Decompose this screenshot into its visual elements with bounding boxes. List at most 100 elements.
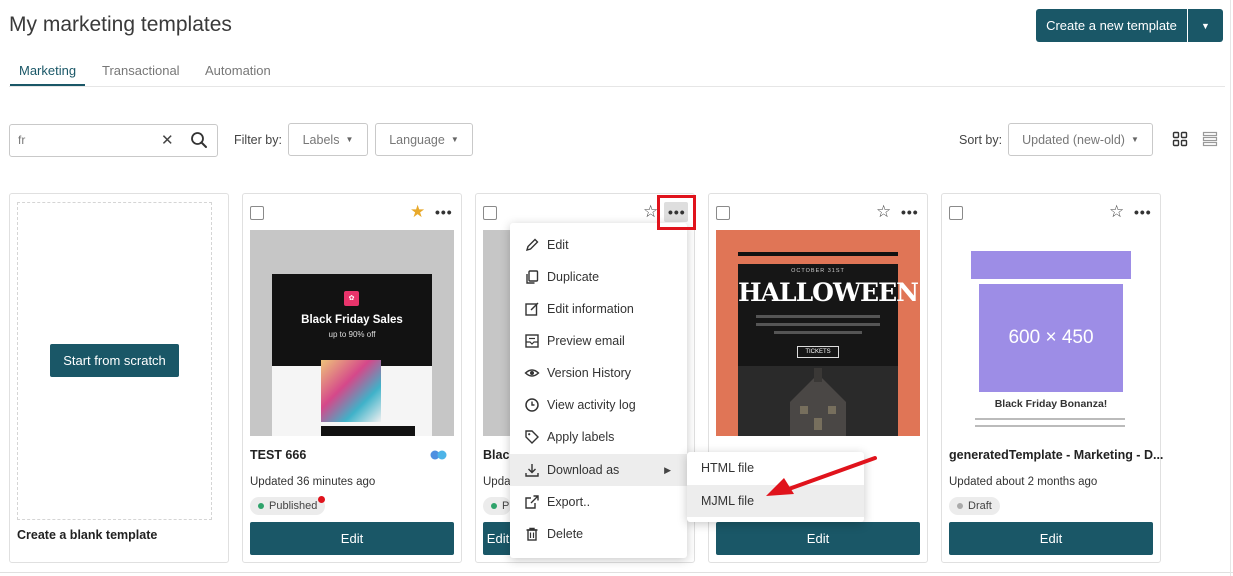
clock-icon — [525, 398, 539, 412]
thumbnail-title: HALLOWEEN — [738, 278, 919, 307]
thumbnail-text-line — [975, 418, 1125, 420]
thumbnail-text-line — [975, 425, 1125, 427]
menu-item-edit[interactable]: Edit — [510, 229, 687, 261]
caret-down-icon: ▼ — [1201, 20, 1210, 31]
download-icon — [525, 464, 539, 477]
thumbnail-text-line — [774, 331, 862, 334]
more-options-icon[interactable]: ••• — [1134, 205, 1152, 219]
more-options-icon[interactable]: ••• — [901, 205, 919, 219]
labels-filter-dropdown[interactable]: Labels ▼ — [288, 123, 368, 156]
clear-search-icon[interactable]: ✕ — [161, 131, 174, 149]
filter-by-label: Filter by: — [234, 133, 282, 147]
export-icon — [525, 495, 539, 509]
grid-view-icon[interactable] — [1172, 131, 1188, 147]
edit-template-button[interactable]: Edit — [949, 522, 1153, 555]
caret-down-icon: ▼ — [450, 135, 459, 144]
menu-item-label: Edit information — [547, 302, 634, 316]
page-title: My marketing templates — [9, 13, 232, 36]
template-thumbnail[interactable]: OCTOBER 31ST HALLOWEEN TICKETS — [716, 230, 920, 436]
linked-account-icon — [430, 450, 447, 460]
search-icon[interactable] — [190, 131, 208, 149]
thumbnail-header-bar — [971, 251, 1131, 279]
menu-item-label: View activity log — [547, 398, 636, 412]
template-checkbox[interactable] — [483, 206, 497, 220]
create-template-button[interactable]: Create a new template — [1036, 9, 1187, 42]
menu-item-label: Edit — [547, 238, 569, 252]
notification-dot — [318, 496, 325, 503]
template-checkbox[interactable] — [250, 206, 264, 220]
thumbnail-topbar — [738, 252, 898, 256]
edit-template-button[interactable]: Edit — [716, 522, 920, 555]
template-updated: Updated 36 minutes ago — [250, 476, 376, 488]
preview-icon — [525, 334, 539, 348]
thumbnail-text-line — [756, 323, 880, 326]
status-label: Published — [269, 500, 318, 512]
status-dot — [491, 503, 497, 509]
edit-template-button[interactable]: Edit — [250, 522, 454, 555]
active-tab-indicator — [10, 84, 85, 86]
submenu-arrow-icon: ▶ — [664, 464, 671, 475]
template-name: TEST 666 — [250, 448, 307, 462]
template-updated: Upda — [483, 476, 511, 488]
create-template-dropdown-toggle[interactable]: ▼ — [1188, 9, 1223, 42]
template-updated: Updated about 2 months ago — [949, 476, 1098, 488]
thumbnail-placeholder: 600 × 450 — [979, 284, 1123, 392]
menu-item-label: Delete — [547, 527, 584, 541]
menu-item-label: Download as — [547, 463, 620, 477]
star-outline-icon[interactable]: ☆ — [1109, 203, 1124, 220]
copy-icon — [526, 270, 539, 284]
template-checkbox[interactable] — [716, 206, 730, 220]
more-options-icon[interactable]: ••• — [435, 205, 453, 219]
template-name: generatedTemplate - Marketing - D... — [949, 448, 1164, 462]
template-thumbnail[interactable]: 600 × 450 Black Friday Bonanza! — [949, 230, 1153, 436]
status-badge: Published — [250, 497, 326, 515]
pencil-icon — [525, 238, 539, 252]
status-dot — [957, 503, 963, 509]
star-filled-icon[interactable]: ★ — [410, 203, 425, 220]
menu-item-apply-labels[interactable]: Apply labels — [510, 421, 687, 453]
menu-item-preview-email[interactable]: Preview email — [510, 325, 687, 357]
sort-dropdown[interactable]: Updated (new-old) ▼ — [1008, 123, 1153, 156]
start-from-scratch-button[interactable]: Start from scratch — [50, 344, 179, 377]
menu-item-view-activity-log[interactable]: View activity log — [510, 389, 687, 421]
template-checkbox[interactable] — [949, 206, 963, 220]
star-outline-icon[interactable]: ☆ — [876, 203, 891, 220]
bottom-divider — [0, 572, 1233, 573]
language-filter-label: Language — [389, 132, 445, 147]
tabs-divider — [9, 86, 1225, 87]
menu-item-download-as[interactable]: Download as ▶ — [510, 454, 687, 486]
template-thumbnail[interactable]: ✿ Black Friday Sales up to 90% off — [250, 230, 454, 436]
thumbnail-kicker: OCTOBER 31ST — [791, 268, 845, 274]
status-dot — [258, 503, 264, 509]
annotation-arrow-icon — [766, 456, 877, 496]
brand-logo-icon: ✿ — [344, 291, 359, 306]
search-input[interactable] — [9, 124, 218, 157]
language-filter-dropdown[interactable]: Language ▼ — [375, 123, 473, 156]
status-label: Draft — [968, 500, 992, 512]
search-input-value: fr — [18, 133, 26, 147]
edit-info-icon — [525, 302, 539, 316]
tab-marketing[interactable]: Marketing — [19, 63, 76, 78]
thumbnail-title: Black Friday Sales — [301, 314, 403, 326]
menu-item-label: Preview email — [547, 334, 625, 348]
labels-filter-label: Labels — [302, 132, 340, 147]
menu-item-label: Export.. — [547, 495, 591, 509]
menu-item-edit-information[interactable]: Edit information — [510, 293, 687, 325]
thumbnail-title: Black Friday Bonanza! — [994, 398, 1108, 410]
thumbnail-text-line — [756, 315, 880, 318]
template-context-menu: Edit Duplicate Edit information Preview … — [510, 223, 687, 558]
edit-template-button[interactable]: Edit — [483, 522, 513, 555]
star-outline-icon[interactable]: ☆ — [643, 203, 658, 220]
menu-item-duplicate[interactable]: Duplicate — [510, 261, 687, 293]
menu-item-delete[interactable]: Delete — [510, 518, 687, 550]
tab-automation[interactable]: Automation — [205, 63, 271, 78]
status-badge: P — [483, 497, 512, 515]
thumbnail-bar — [321, 426, 415, 436]
menu-item-export[interactable]: Export.. — [510, 486, 687, 518]
tab-transactional[interactable]: Transactional — [102, 63, 180, 78]
list-view-icon[interactable] — [1202, 131, 1218, 147]
menu-item-label: Apply labels — [547, 430, 615, 444]
status-label: P — [502, 500, 510, 512]
menu-item-version-history[interactable]: Version History — [510, 357, 687, 389]
trash-icon — [526, 527, 538, 541]
